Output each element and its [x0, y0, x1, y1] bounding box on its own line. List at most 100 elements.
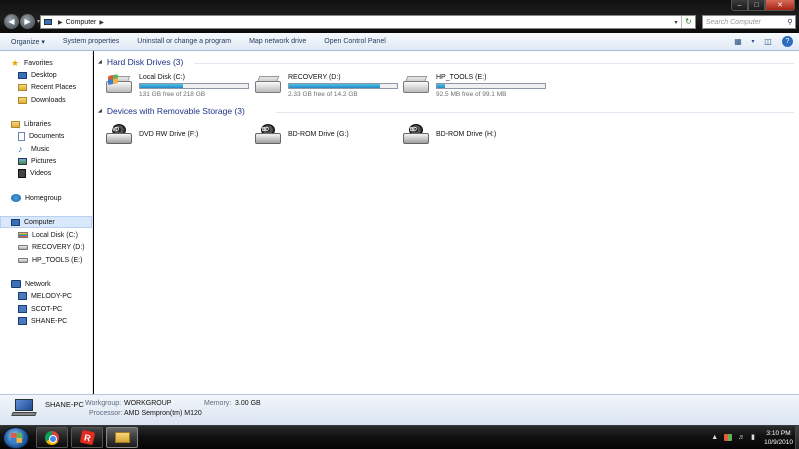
map-network-drive-button[interactable]: Map network drive	[249, 38, 306, 45]
uninstall-program-button[interactable]: Uninstall or change a program	[137, 38, 231, 45]
drive-bd-rom-g[interactable]: BD BD-ROM Drive (G:)	[247, 120, 392, 150]
magnifier-icon[interactable]: ⚲	[785, 18, 795, 26]
breadcrumb-chevron-icon[interactable]: ▶	[99, 19, 104, 26]
favorites-section[interactable]: ★ Favorites	[11, 57, 53, 69]
nav-item-recovery-d[interactable]: RECOVERY (D:)	[18, 241, 85, 253]
open-control-panel-button[interactable]: Open Control Panel	[324, 38, 385, 45]
desktop-icon	[18, 71, 27, 79]
drive-recovery-d[interactable]: RECOVERY (D:) 2.33 GB free of 14.2 GB	[247, 71, 398, 101]
nav-item-pictures[interactable]: Pictures	[18, 155, 56, 167]
nav-item-documents[interactable]: Documents	[18, 130, 64, 142]
computer-icon	[11, 218, 20, 226]
search-box[interactable]: Search Computer ⚲	[702, 15, 796, 29]
window-controls: – □ ✕	[731, 0, 795, 12]
drive-free-space: 2.33 GB free of 14.2 GB	[288, 91, 358, 98]
drive-badge: DVD	[109, 127, 119, 133]
workgroup-label: Workgroup:	[85, 400, 122, 407]
view-options-dropdown-icon[interactable]: ▾	[750, 37, 756, 47]
taskbar-chrome[interactable]	[36, 427, 68, 448]
dvd-drive-icon: DVD	[106, 124, 132, 144]
group-divider	[194, 63, 794, 64]
computer-section[interactable]: Computer	[0, 216, 92, 228]
music-note-icon: ♪	[18, 143, 23, 154]
close-button[interactable]: ✕	[765, 0, 795, 11]
homegroup-section[interactable]: Homegroup	[11, 192, 62, 204]
back-button[interactable]: ◀	[4, 14, 19, 29]
drive-usage-fill	[437, 84, 445, 88]
collapse-triangle-icon[interactable]: ◢	[98, 108, 102, 114]
organize-button[interactable]: Organize ▾	[11, 38, 45, 46]
nav-item-scot-pc[interactable]: SCOT-PC	[18, 303, 62, 315]
nav-item-label: SHANE-PC	[31, 317, 68, 325]
libraries-icon	[11, 120, 20, 128]
nav-item-hp-tools-e[interactable]: HP_TOOLS (E:)	[18, 254, 82, 266]
documents-icon	[18, 131, 25, 141]
libraries-section[interactable]: Libraries	[11, 118, 51, 130]
command-bar: Organize ▾ System properties Uninstall o…	[0, 33, 799, 51]
forward-button[interactable]: ▶	[20, 14, 35, 29]
drive-name: DVD RW Drive (F:)	[139, 131, 199, 138]
forward-arrow-icon: ▶	[24, 17, 31, 26]
start-button[interactable]	[3, 427, 29, 449]
nav-item-downloads[interactable]: Downloads	[18, 94, 66, 106]
homegroup-icon	[11, 194, 21, 202]
network-section[interactable]: Network	[11, 278, 51, 290]
drive-bd-rom-h[interactable]: BD BD-ROM Drive (H:)	[395, 120, 540, 150]
clock[interactable]: 3:10 PM 10/9/2010	[764, 429, 793, 447]
processor-value: AMD Sempron(tm) M120	[124, 410, 202, 417]
nav-item-local-disk-c[interactable]: Local Disk (C:)	[18, 229, 78, 241]
nav-item-recent-places[interactable]: Recent Places	[18, 81, 76, 93]
change-view-icon[interactable]: ▦	[732, 37, 744, 47]
drive-name: RECOVERY (D:)	[288, 74, 341, 81]
volume-icon[interactable]: ♬	[738, 434, 745, 441]
maximize-button[interactable]: □	[748, 0, 765, 11]
search-input[interactable]: Search Computer	[706, 19, 785, 26]
address-history-dropdown[interactable]: ▾	[671, 19, 681, 26]
breadcrumb-chevron-icon[interactable]: ▶	[58, 19, 63, 26]
network-label: Network	[25, 280, 51, 288]
collapse-triangle-icon[interactable]: ◢	[98, 59, 102, 65]
drive-name: Local Disk (C:)	[139, 74, 185, 81]
preview-pane-icon[interactable]: ◫	[762, 37, 774, 47]
taskbar-explorer[interactable]	[106, 427, 138, 448]
nav-item-desktop[interactable]: Desktop	[18, 69, 57, 81]
nav-item-label: Music	[31, 145, 50, 153]
drive-hp-tools-e[interactable]: HP_TOOLS (E:) 92.5 MB free of 99.1 MB	[395, 71, 546, 101]
drive-name: BD-ROM Drive (H:)	[436, 131, 497, 138]
drive-local-disk-c[interactable]: Local Disk (C:) 131 GB free of 218 GB	[98, 71, 249, 101]
title-bar: – □ ✕ ◀ ▶ ▾ ▶ Computer ▶ ▾ ↻ Search Comp…	[0, 0, 799, 33]
show-hidden-icons-icon[interactable]: ▲	[711, 434, 718, 441]
nav-item-label: Recent Places	[31, 83, 77, 91]
nav-item-label: HP_TOOLS (E:)	[32, 256, 83, 264]
breadcrumb-computer[interactable]: Computer	[66, 19, 97, 26]
workgroup-value: WORKGROUP	[124, 400, 172, 407]
group-divider	[276, 112, 794, 113]
hard-drive-icon	[255, 75, 281, 95]
system-properties-button[interactable]: System properties	[63, 38, 119, 45]
computer-icon	[44, 19, 52, 25]
navigation-buttons: ◀ ▶ ▾	[4, 14, 40, 29]
explorer-icon	[114, 432, 130, 443]
system-tray: ▲ ♬ ▮	[705, 433, 755, 441]
address-bar[interactable]: ▶ Computer ▶ ▾ ↻	[40, 15, 696, 29]
nav-item-label: Videos	[30, 169, 52, 177]
removable-storage-header[interactable]: ◢ Devices with Removable Storage (3)	[98, 106, 245, 116]
nav-item-shane-pc[interactable]: SHANE-PC	[18, 315, 67, 327]
nav-item-melody-pc[interactable]: MELODY-PC	[18, 290, 72, 302]
show-desktop-button[interactable]	[795, 426, 799, 449]
action-center-flag-icon[interactable]	[724, 433, 733, 441]
refresh-icon[interactable]: ↻	[681, 16, 695, 28]
nav-item-videos[interactable]: Videos	[18, 167, 51, 179]
nav-item-label: Downloads	[31, 96, 66, 104]
network-signal-icon[interactable]: ▮	[751, 433, 755, 441]
nav-item-music[interactable]: ♪ Music	[18, 143, 49, 155]
drive-dvd-rw-f[interactable]: DVD DVD RW Drive (F:)	[98, 120, 243, 150]
minimize-button[interactable]: –	[731, 0, 748, 11]
help-icon[interactable]: ?	[782, 36, 793, 47]
hard-disk-drives-header[interactable]: ◢ Hard Disk Drives (3)	[98, 57, 183, 67]
network-icon	[11, 280, 21, 288]
memory-value: 3.00 GB	[235, 400, 261, 407]
taskbar-roblox[interactable]: R	[71, 427, 103, 448]
memory-label: Memory:	[204, 400, 232, 407]
drive-usage-bar	[288, 83, 398, 89]
